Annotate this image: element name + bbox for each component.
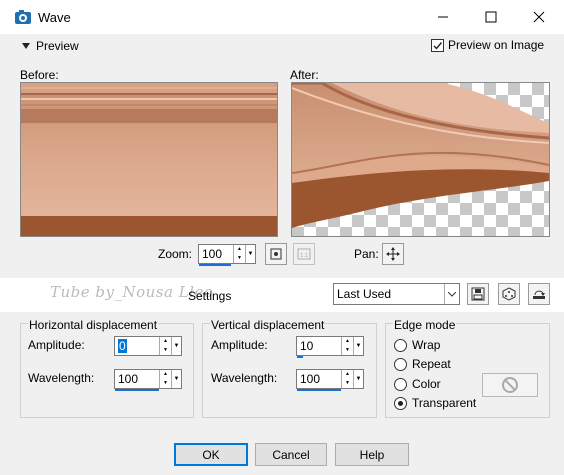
before-preview-image (20, 82, 278, 237)
edge-mode-title: Edge mode (393, 318, 457, 332)
edge-mode-repeat-label: Repeat (412, 357, 451, 371)
vertical-displacement-title: Vertical displacement (210, 318, 326, 332)
randomize-button[interactable] (498, 283, 520, 305)
preview-toggle[interactable]: Preview (22, 39, 79, 53)
reset-button[interactable] (528, 283, 550, 305)
preview-on-image-checkbox[interactable]: Preview on Image (431, 38, 544, 52)
save-preset-button[interactable] (467, 283, 489, 305)
chevron-down-icon[interactable]: ▼ (353, 337, 363, 355)
cancel-button[interactable]: Cancel (255, 443, 327, 466)
no-color-icon (502, 377, 518, 393)
pan-button[interactable] (382, 243, 404, 265)
app-icon (14, 9, 32, 25)
before-label: Before: (20, 68, 59, 82)
zoom-actual-size-button[interactable]: 1:1 (293, 243, 315, 265)
preset-value[interactable]: Last Used (334, 284, 444, 304)
horizontal-wavelength-value[interactable]: 100 (115, 370, 159, 388)
horizontal-displacement-title: Horizontal displacement (28, 318, 159, 332)
zoom-fit-button[interactable] (265, 243, 287, 265)
close-button[interactable] (516, 2, 562, 32)
edge-color-swatch[interactable] (482, 373, 538, 397)
window-title: Wave (38, 10, 71, 25)
checkmark-icon (433, 41, 443, 50)
pan-label: Pan: (354, 247, 379, 261)
help-button[interactable]: Help (335, 443, 409, 466)
vertical-amplitude-value[interactable]: 10 (297, 337, 341, 355)
down-arrow-icon[interactable]: ▼ (234, 254, 245, 263)
minimize-button[interactable] (420, 2, 466, 32)
edge-mode-color-label: Color (412, 377, 441, 391)
preview-on-image-label: Preview on Image (448, 38, 545, 52)
zoom-label: Zoom: (158, 247, 193, 261)
horizontal-wavelength-slider-bar[interactable] (115, 389, 159, 391)
vertical-amplitude-slider-bar[interactable] (297, 356, 303, 358)
zoom-dropdown-icon[interactable]: ▼ (245, 245, 255, 263)
maximize-button[interactable] (468, 2, 514, 32)
zoom-value[interactable]: 100 (199, 245, 233, 263)
checkbox-box[interactable] (431, 38, 444, 52)
chevron-down-icon[interactable]: ▼ (353, 370, 363, 388)
edge-mode-color-radio[interactable]: Color (394, 377, 441, 391)
zoom-fit-icon (270, 248, 282, 260)
horizontal-amplitude-label: Amplitude: (28, 338, 85, 352)
chevron-down-icon[interactable]: ▼ (171, 370, 181, 388)
collapse-triangle-icon (22, 43, 30, 49)
preset-dropdown[interactable]: Last Used (333, 283, 460, 305)
horizontal-amplitude-spinbox[interactable]: 0 ▲ ▼ ▼ (114, 336, 182, 356)
up-arrow-icon[interactable]: ▲ (160, 337, 171, 346)
reset-icon (533, 290, 545, 299)
horizontal-wavelength-label: Wavelength: (28, 371, 95, 385)
move-icon (386, 247, 400, 261)
edge-mode-wrap-label: Wrap (412, 338, 441, 352)
up-arrow-icon[interactable]: ▲ (160, 370, 171, 379)
zoom-spinbox[interactable]: 100 ▲ ▼ ▼ (198, 244, 256, 266)
down-arrow-icon[interactable]: ▼ (342, 346, 353, 355)
vertical-wavelength-value[interactable]: 100 (297, 370, 341, 388)
down-arrow-icon[interactable]: ▼ (342, 379, 353, 388)
radio-selected-dot (398, 400, 403, 406)
edge-mode-transparent-radio[interactable]: Transparent (394, 396, 476, 410)
horizontal-wavelength-spinbox[interactable]: 100 ▲ ▼ ▼ (114, 369, 182, 391)
chevron-down-icon[interactable]: ▼ (171, 337, 181, 355)
edge-mode-wrap-radio[interactable]: Wrap (394, 338, 440, 352)
edge-mode-repeat-radio[interactable]: Repeat (394, 357, 451, 371)
preview-toggle-label: Preview (36, 39, 79, 53)
save-icon (471, 287, 485, 301)
up-arrow-icon[interactable]: ▲ (342, 370, 353, 379)
chevron-down-icon[interactable] (444, 284, 459, 304)
up-arrow-icon[interactable]: ▲ (234, 245, 245, 254)
down-arrow-icon[interactable]: ▼ (160, 379, 171, 388)
vertical-wavelength-spinbox[interactable]: 100 ▲ ▼ ▼ (296, 369, 364, 391)
zoom-arrows[interactable]: ▲ ▼ (233, 245, 245, 263)
dice-icon (502, 287, 516, 301)
vertical-amplitude-spinbox[interactable]: 10 ▲ ▼ ▼ (296, 336, 364, 358)
down-arrow-icon[interactable]: ▼ (160, 346, 171, 355)
actual-size-icon: 1:1 (297, 248, 311, 260)
vertical-amplitude-label: Amplitude: (211, 338, 268, 352)
horizontal-amplitude-value[interactable]: 0 (115, 337, 159, 355)
vertical-wavelength-label: Wavelength: (211, 371, 278, 385)
ok-button[interactable]: OK (174, 443, 248, 466)
after-preview-image (291, 82, 550, 237)
settings-label: Settings (188, 289, 232, 303)
after-label: After: (290, 68, 319, 82)
zoom-slider-bar[interactable] (199, 264, 231, 266)
vertical-wavelength-slider-bar[interactable] (297, 389, 341, 391)
svg-text:1:1: 1:1 (300, 253, 309, 259)
up-arrow-icon[interactable]: ▲ (342, 337, 353, 346)
edge-mode-transparent-label: Transparent (412, 396, 477, 410)
